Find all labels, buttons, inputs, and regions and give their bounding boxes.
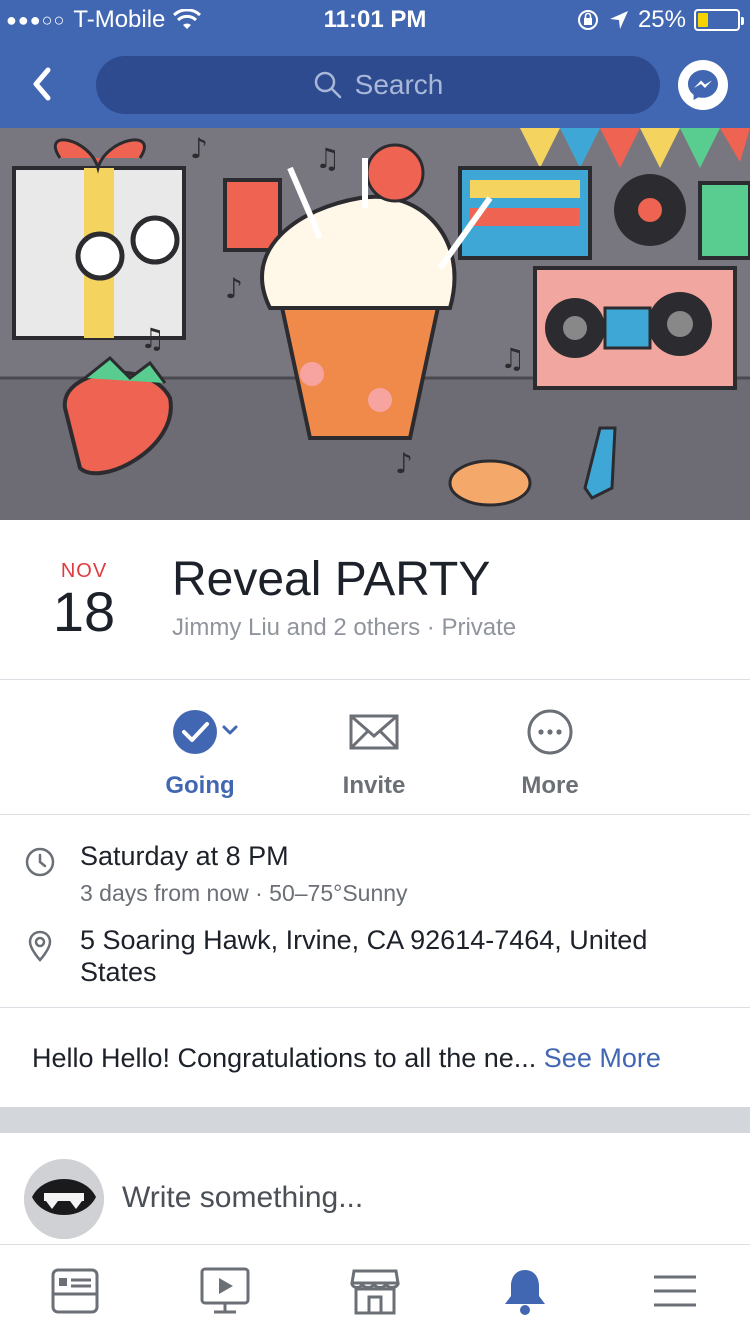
event-description: Hello Hello! Congratulations to all the … — [0, 1009, 750, 1107]
section-divider — [0, 1107, 750, 1133]
search-icon — [314, 71, 341, 99]
location-pin-icon — [28, 930, 52, 962]
notifications-icon — [505, 1270, 545, 1315]
event-header: NOV 18 Reveal PARTY Jimmy Liu and 2 othe… — [0, 520, 750, 680]
search-placeholder: Search — [354, 69, 444, 100]
navigation-bar: Search — [0, 40, 750, 128]
svg-text:♪: ♪ — [225, 272, 243, 305]
see-more-link[interactable]: See More — [544, 1043, 661, 1073]
more-button[interactable]: More — [480, 709, 620, 800]
going-button[interactable]: Going — [130, 709, 270, 800]
clock-icon — [25, 847, 55, 877]
location-arrow-icon — [609, 11, 628, 29]
avatar-image — [24, 1159, 104, 1239]
invite-button[interactable]: Invite — [304, 709, 444, 800]
battery-icon — [694, 9, 744, 31]
event-date: NOV 18 — [44, 560, 124, 641]
messenger-icon — [688, 70, 718, 100]
event-actions: Going Invite More — [0, 681, 750, 815]
event-time-sub: 3 days from now · 50–75°Sunny — [80, 880, 408, 906]
tab-menu[interactable] — [650, 1266, 700, 1316]
bottom-tab-bar — [0, 1246, 750, 1334]
more-label: More — [521, 772, 579, 799]
status-right: 25% — [576, 6, 744, 34]
more-dots-icon — [527, 709, 573, 755]
orientation-lock-icon — [577, 10, 598, 30]
party-illustration: ♪ ♫ ♫ ♪ ♫ ♪ — [0, 128, 750, 520]
svg-text:♫: ♫ — [315, 142, 340, 175]
event-cover-photo[interactable]: ♪ ♫ ♫ ♪ ♫ ♪ — [0, 128, 750, 520]
description-text: Hello Hello! Congratulations to all the … — [32, 1043, 544, 1073]
tab-marketplace[interactable] — [350, 1266, 400, 1316]
video-icon — [200, 1267, 250, 1314]
going-label: Going — [165, 772, 235, 799]
svg-text:♪: ♪ — [395, 447, 413, 480]
write-something-placeholder: Write something... — [122, 1181, 364, 1214]
tab-notifications[interactable] — [500, 1266, 550, 1316]
back-button[interactable] — [24, 62, 64, 106]
svg-text:♫: ♫ — [140, 322, 165, 355]
tab-video[interactable] — [200, 1266, 250, 1316]
invite-label: Invite — [342, 772, 406, 799]
status-bar: ●●●○○ T-Mobile 11:01 PM 25% — [0, 0, 750, 40]
going-check-icon — [173, 710, 238, 754]
event-day: 18 — [52, 580, 116, 643]
tab-news-feed[interactable] — [50, 1266, 100, 1316]
event-location: 5 Soaring Hawk, Irvine, CA 92614-7464, U… — [80, 925, 648, 987]
post-composer[interactable]: Write something... — [0, 1133, 750, 1245]
svg-text:♪: ♪ — [190, 132, 208, 165]
user-avatar — [24, 1159, 104, 1239]
event-title: Reveal PARTY — [172, 553, 491, 606]
search-bar[interactable]: Search — [96, 56, 660, 114]
event-hosts-privacy[interactable]: Jimmy Liu and 2 others · Private — [172, 614, 516, 642]
battery-percent: 25% — [637, 6, 686, 33]
chevron-left-icon — [33, 67, 51, 101]
top-bar: ●●●○○ T-Mobile 11:01 PM 25% Search — [0, 0, 750, 128]
svg-text:♫: ♫ — [500, 342, 525, 375]
event-time: Saturday at 8 PM — [80, 841, 289, 871]
event-details: Saturday at 8 PM 3 days from now · 50–75… — [0, 816, 750, 1008]
menu-icon — [654, 1275, 696, 1307]
messenger-button[interactable] — [678, 60, 728, 110]
marketplace-icon — [350, 1269, 400, 1315]
envelope-icon — [349, 714, 399, 750]
news-feed-icon — [51, 1268, 99, 1314]
